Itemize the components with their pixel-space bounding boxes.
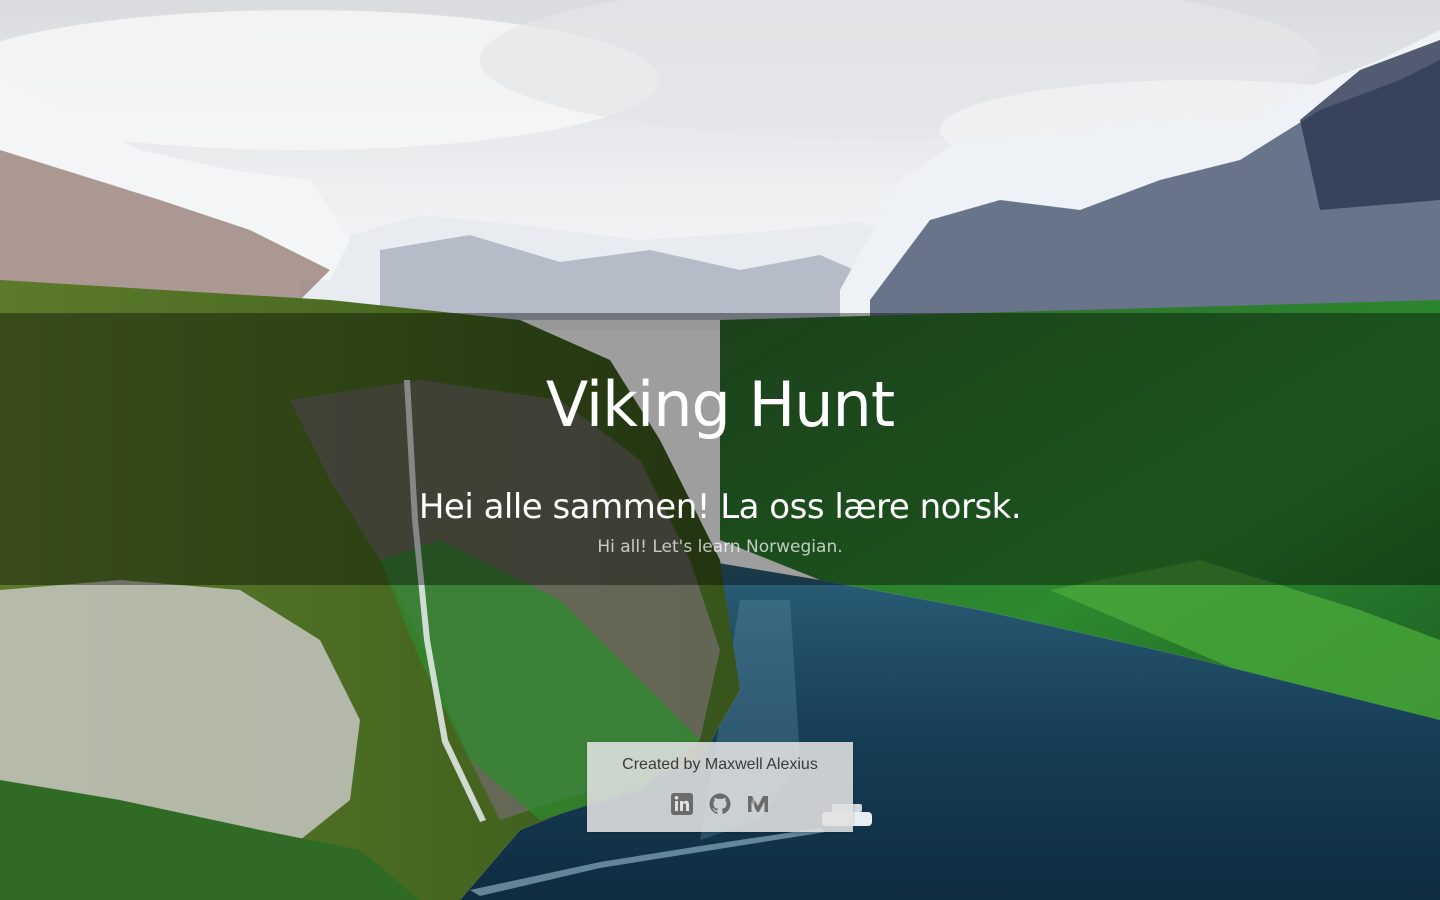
page-title: Viking Hunt	[545, 368, 895, 441]
linkedin-link[interactable]	[670, 792, 694, 816]
credit-text: Created by Maxwell Alexius	[622, 756, 818, 773]
landing-page: Viking Hunt Hei alle sammen! La oss lære…	[0, 0, 1440, 900]
hero-translation: Hi all! Let's learn Norwegian.	[597, 537, 843, 557]
github-link[interactable]	[708, 792, 732, 816]
social-links	[587, 792, 853, 816]
linkedin-icon	[671, 793, 693, 815]
medium-link[interactable]	[746, 792, 770, 816]
hero-subtitle: Hei alle sammen! La oss lære norsk.	[418, 487, 1022, 527]
github-icon	[709, 793, 731, 814]
credit-card: Created by Maxwell Alexius	[587, 742, 853, 832]
medium-icon	[748, 796, 768, 812]
